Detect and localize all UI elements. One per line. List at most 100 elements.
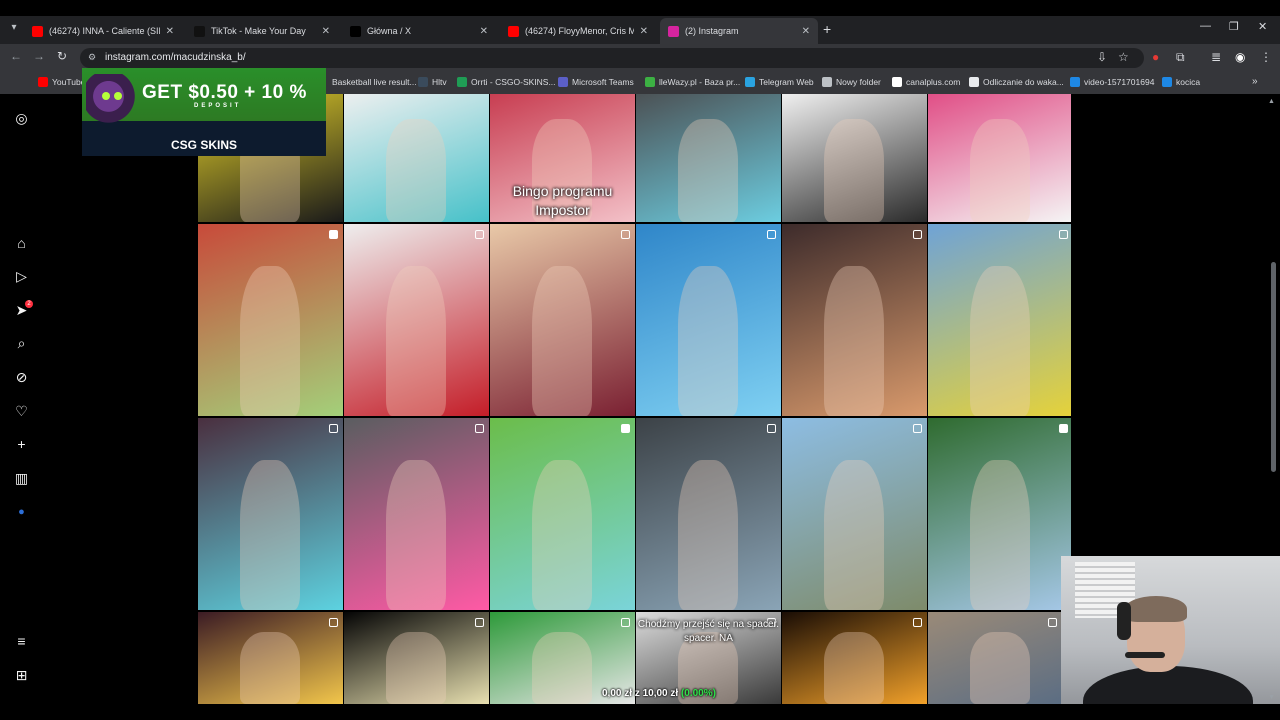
bookmark-item[interactable]: video-1571701694: [1070, 77, 1154, 87]
scroll-up-arrow[interactable]: ▲: [1268, 98, 1275, 105]
minimize-button[interactable]: —: [1200, 20, 1211, 32]
install-app-icon[interactable]: ⇩: [1097, 50, 1107, 64]
browser-tab[interactable]: (46274) INNA - Caliente (SINDR ✕: [24, 18, 182, 44]
tab-title: TikTok - Make Your Day: [211, 26, 306, 36]
bookmark-label: lleWazy.pl - Baza pr...: [659, 77, 741, 87]
carousel-indicator-icon: [621, 618, 630, 627]
post-thumbnail[interactable]: [344, 612, 489, 704]
browser-tab[interactable]: Główna / X ✕: [342, 18, 496, 44]
carousel-indicator-icon: [329, 424, 338, 433]
bookmarks-overflow-icon[interactable]: »: [1252, 76, 1258, 87]
post-thumbnail[interactable]: [344, 224, 489, 416]
bookmark-item[interactable]: Nowy folder: [822, 77, 881, 87]
bookmark-item[interactable]: kocica: [1162, 77, 1200, 87]
ad-mascot: [86, 74, 136, 130]
post-thumbnail[interactable]: [782, 94, 927, 222]
post-thumbnail[interactable]: [198, 418, 343, 610]
post-thumbnail[interactable]: [490, 418, 635, 610]
close-tab-icon[interactable]: ✕: [640, 26, 648, 37]
close-tab-icon[interactable]: ✕: [166, 26, 174, 37]
instagram-logo-icon[interactable]: ◎: [13, 110, 30, 127]
also-from-meta-icon[interactable]: ⊞: [13, 667, 30, 684]
post-thumbnail[interactable]: [782, 418, 927, 610]
maximize-button[interactable]: ❐: [1229, 20, 1239, 33]
bookmark-star-icon[interactable]: ☆: [1118, 50, 1129, 64]
carousel-indicator-icon: [621, 230, 630, 239]
url-text[interactable]: instagram.com/macudzinska_b/: [105, 52, 246, 63]
streamer-webcam-overlay: [1061, 556, 1280, 720]
more-menu-icon[interactable]: ≡: [13, 633, 30, 650]
site-info-icon[interactable]: ⚙: [88, 52, 96, 63]
back-button[interactable]: ←: [10, 49, 22, 63]
scrollbar-thumb[interactable]: [1271, 262, 1276, 472]
scroll-down-arrow[interactable]: ▼: [1268, 694, 1275, 701]
reels-icon[interactable]: ▷: [13, 268, 30, 285]
explore-icon[interactable]: ⊘: [13, 369, 30, 386]
extension-icon[interactable]: ●: [1152, 50, 1159, 64]
reload-button[interactable]: ↻: [57, 49, 67, 63]
bookmark-item[interactable]: lleWazy.pl - Baza pr...: [645, 77, 740, 87]
carousel-indicator-icon: [913, 230, 922, 239]
post-thumbnail[interactable]: Bingo programu Impostor: [490, 94, 635, 222]
browser-tab[interactable]: (2) Instagram ✕: [660, 18, 818, 44]
bookmark-item[interactable]: canalplus.com: [892, 77, 960, 87]
top-letterbox: [0, 0, 1280, 16]
bookmark-item[interactable]: Telegram Web: [745, 77, 814, 87]
media-controls-icon[interactable]: ≣: [1211, 50, 1221, 64]
bookmark-item[interactable]: YouTube: [38, 77, 85, 87]
webcam-person-hair: [1125, 596, 1187, 622]
post-subject: [824, 632, 884, 704]
post-thumbnail[interactable]: [636, 94, 781, 222]
bookmark-favicon-icon: [38, 77, 48, 87]
notifications-heart-icon[interactable]: ♡: [13, 403, 30, 420]
post-thumbnail[interactable]: [636, 224, 781, 416]
post-thumbnail[interactable]: [344, 418, 489, 610]
close-tab-icon[interactable]: ✕: [480, 26, 488, 37]
post-subject: [824, 460, 884, 610]
browser-menu-icon[interactable]: ⋮: [1260, 50, 1272, 64]
bookmark-item[interactable]: Microsoft Teams: [558, 77, 634, 87]
bookmark-label: YouTube: [52, 77, 86, 87]
close-tab-icon[interactable]: ✕: [802, 26, 810, 37]
close-tab-icon[interactable]: ✕: [322, 26, 330, 37]
forward-button[interactable]: →: [33, 49, 45, 63]
browser-tab[interactable]: TikTok - Make Your Day ✕: [186, 18, 338, 44]
post-thumbnail[interactable]: [928, 612, 1062, 704]
tab-title: (46274) INNA - Caliente (SINDR: [49, 26, 160, 36]
carousel-indicator-icon: [1048, 618, 1057, 627]
post-subject: [678, 266, 738, 416]
extensions-puzzle-icon[interactable]: ⧉: [1176, 50, 1185, 65]
post-thumbnail[interactable]: [490, 224, 635, 416]
tab-search-dropdown-icon[interactable]: ▾: [6, 20, 22, 36]
close-window-button[interactable]: ✕: [1258, 20, 1267, 33]
dashboard-icon[interactable]: ▥: [13, 470, 30, 487]
post-thumbnail[interactable]: [782, 224, 927, 416]
post-thumbnail[interactable]: [198, 224, 343, 416]
post-thumbnail[interactable]: [928, 418, 1071, 610]
bookmark-favicon-icon: [645, 77, 655, 87]
new-tab-button[interactable]: +: [823, 21, 831, 37]
bookmark-item[interactable]: Basketball live result...: [318, 77, 417, 87]
profile-avatar-icon[interactable]: ●: [13, 504, 30, 521]
bookmark-label: canalplus.com: [906, 77, 961, 87]
bookmark-favicon-icon: [1162, 77, 1172, 87]
bookmark-item[interactable]: Odliczanie do waka...: [969, 77, 1064, 87]
bookmark-favicon-icon: [418, 77, 428, 87]
post-thumbnail[interactable]: [928, 94, 1071, 222]
bookmark-item[interactable]: Hltv: [418, 77, 447, 87]
home-icon[interactable]: ⌂: [13, 235, 30, 252]
bookmark-favicon-icon: [745, 77, 755, 87]
post-thumbnail[interactable]: [782, 612, 927, 704]
profile-avatar-icon[interactable]: ◉: [1235, 50, 1245, 64]
bookmark-favicon-icon: [457, 77, 467, 87]
browser-tab[interactable]: (46274) FloyyMenor, Cris MJ - G ✕: [500, 18, 656, 44]
post-thumbnail[interactable]: [636, 418, 781, 610]
post-thumbnail[interactable]: [344, 94, 489, 222]
bookmark-item[interactable]: Orrti - CSGO-SKINS...: [457, 77, 556, 87]
carousel-indicator-icon: [767, 230, 776, 239]
post-thumbnail[interactable]: [928, 224, 1071, 416]
carousel-indicator-icon: [475, 424, 484, 433]
create-plus-icon[interactable]: +: [13, 436, 30, 453]
post-thumbnail[interactable]: [198, 612, 343, 704]
search-icon[interactable]: ⌕: [13, 335, 30, 352]
